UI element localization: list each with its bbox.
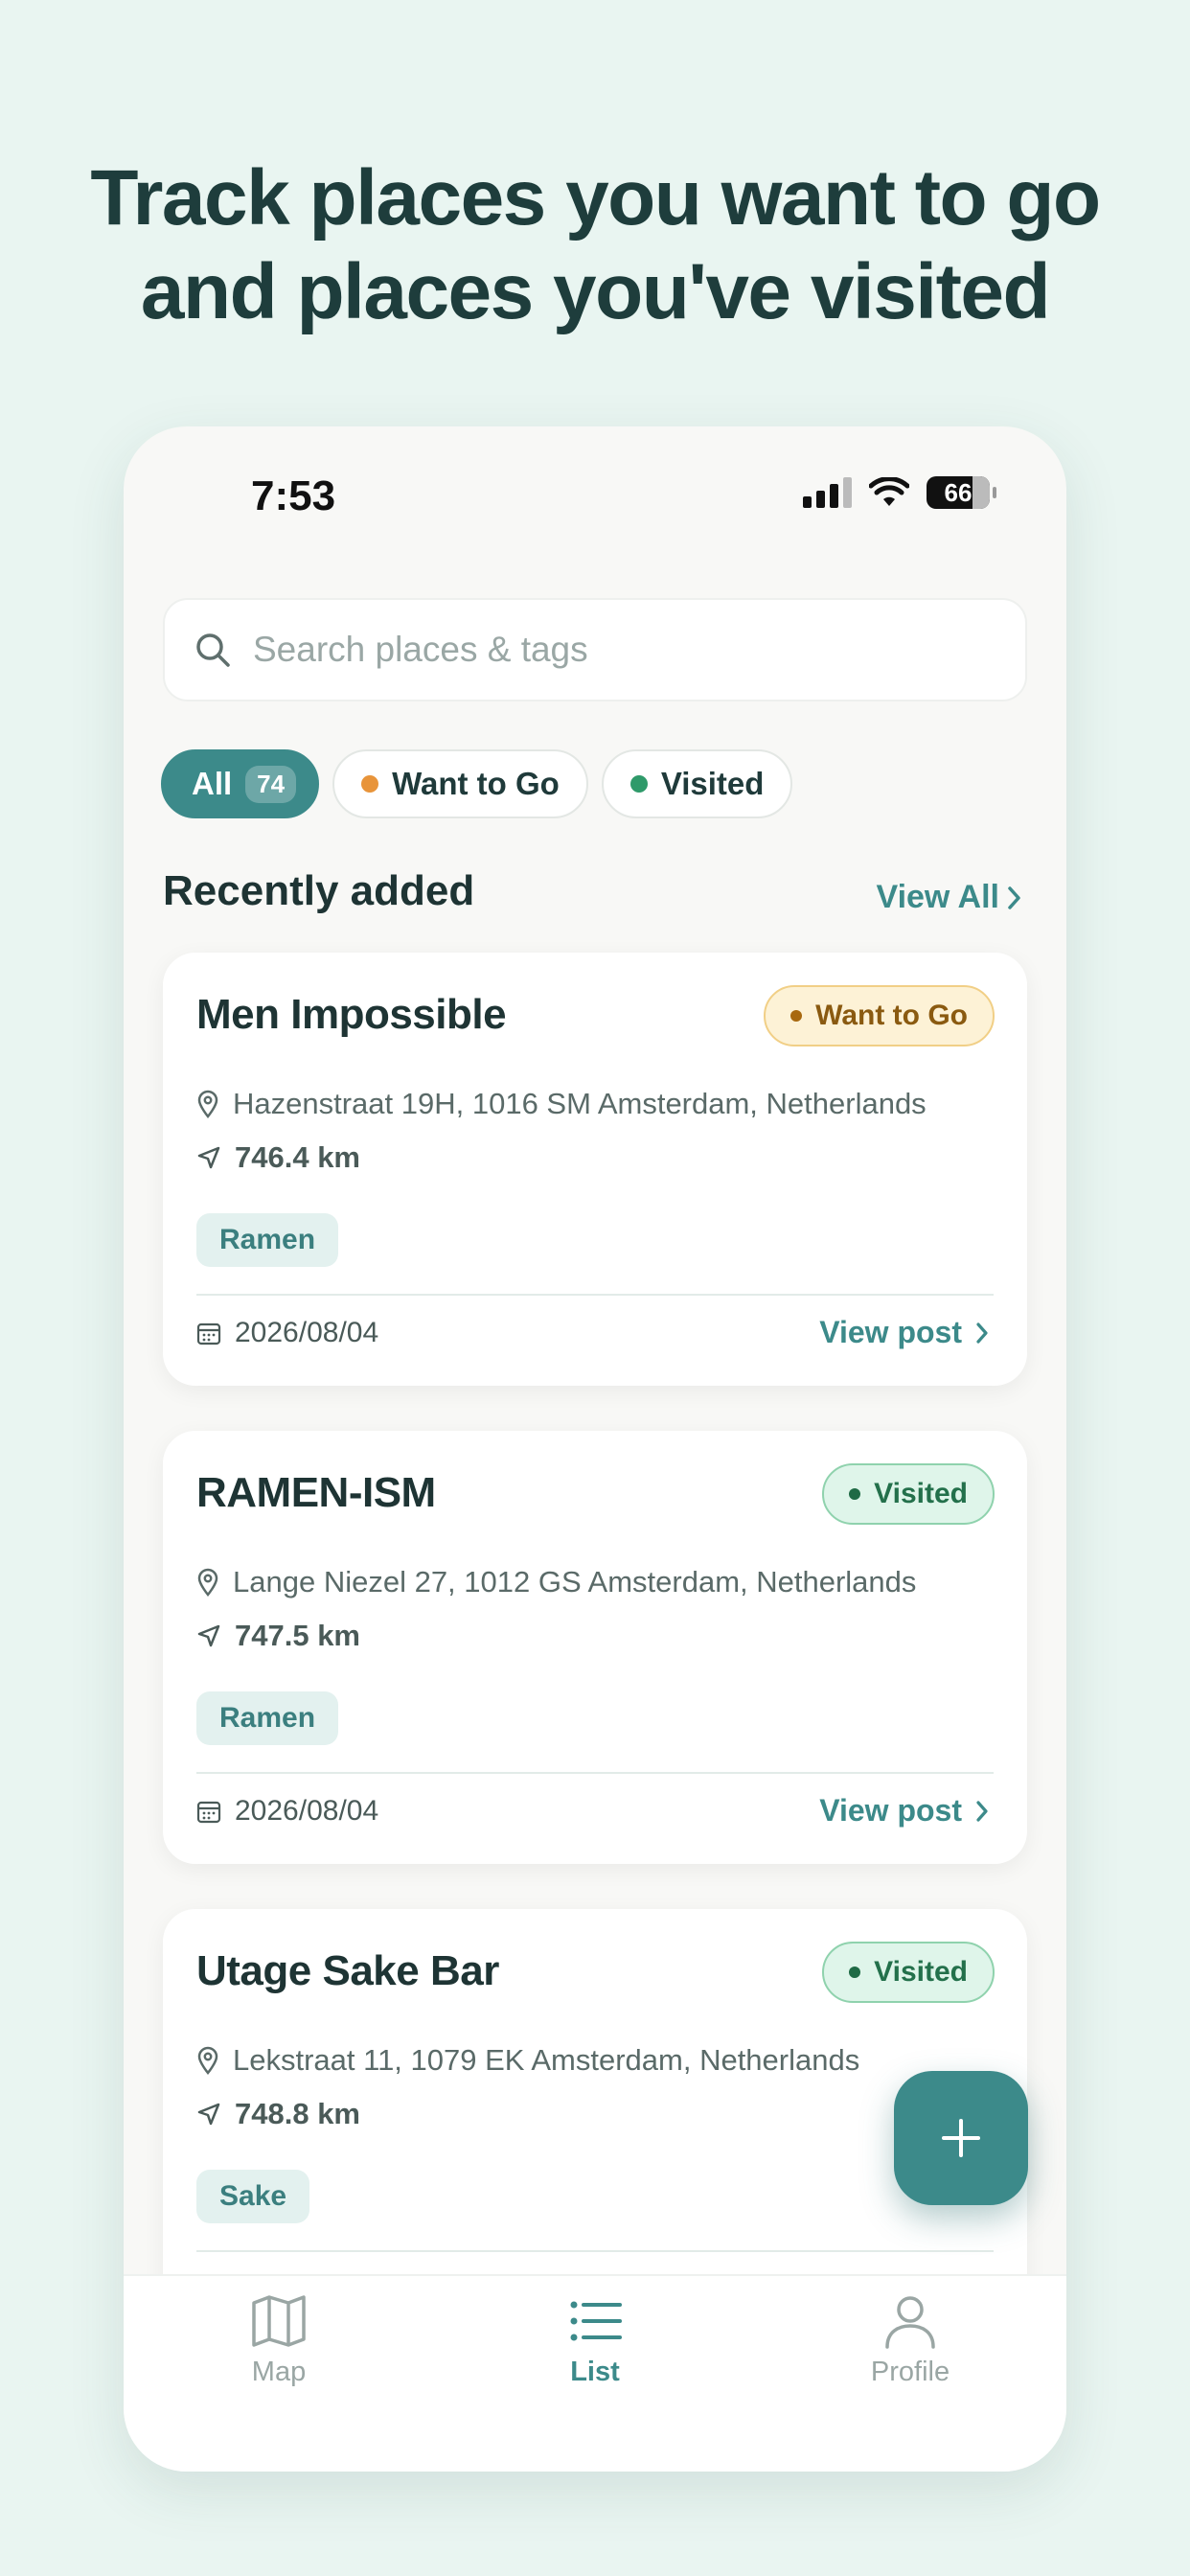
- search-bar[interactable]: Search places & tags: [163, 598, 1027, 702]
- headline-line-1: Track places you want to go: [90, 154, 1101, 242]
- tab-map-label: Map: [251, 2357, 307, 2387]
- chevron-right-icon: [976, 1800, 988, 1822]
- status-time: 7:53: [251, 472, 336, 519]
- chevron-right-icon: [976, 1322, 988, 1344]
- filter-all-label: All: [192, 766, 233, 801]
- chevron-right-icon: [1008, 886, 1020, 909]
- status-label: Visited: [874, 1478, 968, 1509]
- wifi-icon: [869, 477, 909, 506]
- section-title: Recently added: [163, 867, 475, 914]
- filter-all[interactable]: All 74: [161, 749, 320, 818]
- status-dot: [790, 1010, 803, 1022]
- status-label: Want to Go: [815, 1000, 968, 1031]
- calendar-icon: [196, 1322, 221, 1346]
- place-card[interactable]: Men Impossible Want to Go Hazenstraat 19…: [163, 953, 1027, 1386]
- tab-map[interactable]: Map: [183, 2293, 375, 2388]
- place-name: Utage Sake Bar: [196, 1947, 499, 1994]
- location-pin-icon: [197, 1090, 218, 1118]
- place-address: Lekstraat 11, 1079 EK Amsterdam, Netherl…: [196, 2043, 859, 2078]
- place-tag[interactable]: Ramen: [196, 1213, 339, 1267]
- list-icon: [570, 2301, 622, 2341]
- tab-profile[interactable]: Profile: [814, 2293, 1006, 2388]
- headline-line-2: and places you've visited: [140, 248, 1051, 335]
- status-dot: [849, 1966, 861, 1978]
- tab-list[interactable]: List: [499, 2293, 691, 2388]
- phone-screen: 7:53 66 Search places & tags All 74 Want…: [124, 426, 1066, 2472]
- distance-text: 746.4 km: [235, 1140, 360, 1174]
- add-place-button[interactable]: [894, 2071, 1028, 2205]
- search-input[interactable]: Search places & tags: [253, 630, 588, 670]
- place-name: Men Impossible: [196, 991, 507, 1038]
- place-name: RAMEN-ISM: [196, 1469, 436, 1516]
- calendar-icon: [196, 1801, 221, 1824]
- status-label: Visited: [874, 1956, 968, 1988]
- place-card[interactable]: RAMEN-ISM Visited Lange Niezel 27, 1012 …: [163, 1431, 1027, 1864]
- place-distance: 746.4 km: [196, 1140, 360, 1175]
- view-post-label: View post: [819, 1315, 962, 1349]
- place-distance: 748.8 km: [196, 2097, 360, 2131]
- navigation-arrow-icon: [197, 2103, 220, 2126]
- view-all-label: View All: [876, 879, 1000, 915]
- place-address: Hazenstraat 19H, 1016 SM Amsterdam, Neth…: [196, 1087, 927, 1121]
- distance-text: 747.5 km: [235, 1619, 360, 1652]
- card-divider: [196, 1772, 994, 1774]
- visited-dot: [629, 775, 648, 793]
- place-distance: 747.5 km: [196, 1619, 360, 1653]
- status-dot: [849, 1488, 861, 1500]
- status-badge: Visited: [822, 1942, 995, 2003]
- signal-icon: [803, 477, 852, 508]
- profile-icon: [885, 2296, 935, 2349]
- view-all-link[interactable]: View All: [877, 879, 1023, 916]
- place-address: Lange Niezel 27, 1012 GS Amsterdam, Neth…: [196, 1565, 916, 1599]
- view-post-link[interactable]: View post: [819, 1793, 989, 1828]
- date-text: 2026/08/04: [235, 1317, 379, 1348]
- address-text: Lange Niezel 27, 1012 GS Amsterdam, Neth…: [233, 1565, 917, 1598]
- filter-chips: All 74 Want to Go Visited: [161, 749, 793, 818]
- filter-want-to-go[interactable]: Want to Go: [332, 749, 588, 818]
- view-post-label: View post: [819, 1793, 962, 1828]
- address-text: Hazenstraat 19H, 1016 SM Amsterdam, Neth…: [233, 1087, 927, 1120]
- distance-text: 748.8 km: [235, 2097, 360, 2130]
- date-text: 2026/08/04: [235, 1795, 379, 1827]
- battery-icon: 66: [927, 476, 996, 509]
- status-icons: 66: [803, 476, 996, 509]
- headline: Track places you want to go and places y…: [0, 151, 1190, 339]
- view-post-link[interactable]: View post: [819, 1315, 989, 1350]
- card-divider: [196, 2250, 994, 2252]
- search-icon: [196, 633, 230, 667]
- want-to-go-dot: [361, 775, 379, 793]
- location-pin-icon: [197, 1568, 218, 1597]
- battery-level: 66: [944, 477, 973, 507]
- tab-bar: Map List Profile: [124, 2274, 1066, 2472]
- navigation-arrow-icon: [197, 1624, 220, 1647]
- place-date: 2026/08/04: [196, 1317, 378, 1349]
- tab-list-label: List: [570, 2357, 620, 2387]
- place-tag[interactable]: Ramen: [196, 1691, 339, 1745]
- status-badge: Visited: [822, 1463, 995, 1525]
- filter-visited[interactable]: Visited: [601, 749, 793, 818]
- filter-all-count: 74: [245, 765, 297, 803]
- card-divider: [196, 1294, 994, 1296]
- filter-visited-label: Visited: [660, 766, 765, 801]
- address-text: Lekstraat 11, 1079 EK Amsterdam, Netherl…: [233, 2043, 860, 2077]
- place-date: 2026/08/04: [196, 1795, 378, 1828]
- navigation-arrow-icon: [197, 1146, 220, 1169]
- map-icon: [252, 2295, 306, 2347]
- location-pin-icon: [197, 2046, 218, 2075]
- status-badge: Want to Go: [764, 985, 995, 1046]
- place-tag[interactable]: Sake: [196, 2170, 310, 2223]
- tab-profile-label: Profile: [870, 2357, 950, 2387]
- plus-icon: [942, 2119, 980, 2157]
- filter-want-to-go-label: Want to Go: [392, 766, 560, 801]
